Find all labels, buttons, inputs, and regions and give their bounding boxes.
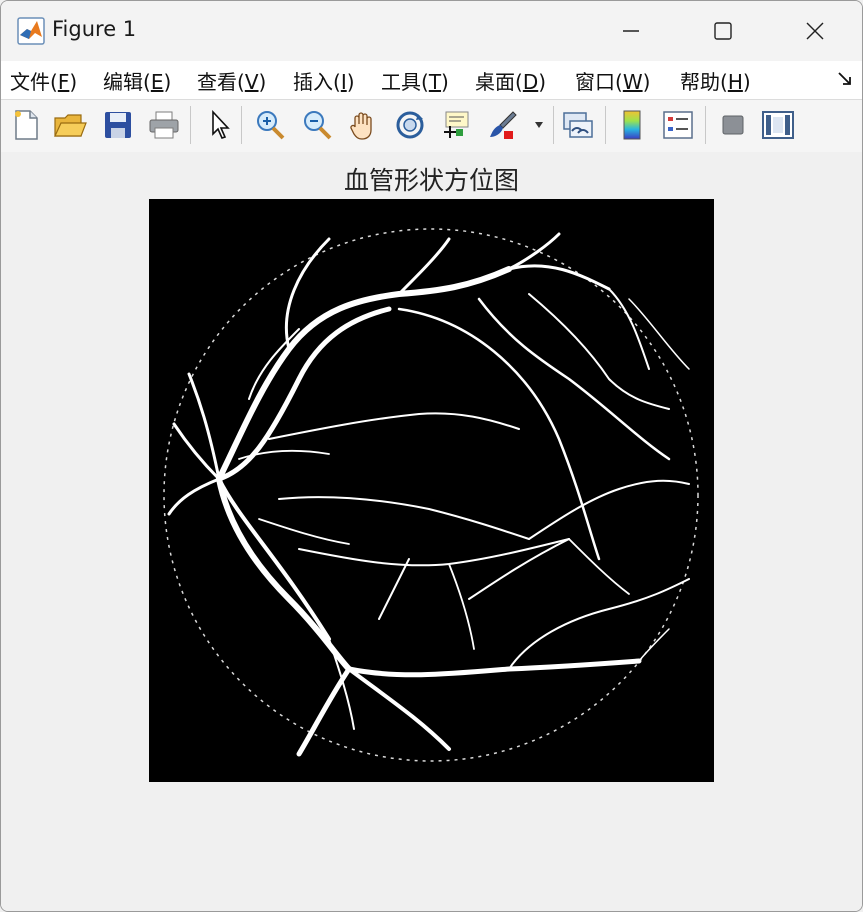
close-button[interactable] — [769, 1, 861, 61]
toolbar-separator — [605, 106, 606, 144]
figure-window: Figure 1 文件(F) 编辑(E) 查看(V) 插入(I) 工具(T) 桌… — [0, 0, 863, 912]
figure-toolbar — [1, 99, 862, 153]
link-plot-icon[interactable] — [561, 108, 595, 142]
toolbar-separator — [553, 106, 554, 144]
menu-help[interactable]: 帮助(H) — [680, 66, 751, 95]
save-icon[interactable] — [101, 108, 135, 142]
rotate-3d-icon[interactable] — [393, 108, 427, 142]
menu-view[interactable]: 查看(V) — [197, 66, 266, 95]
legend-icon[interactable] — [661, 108, 695, 142]
menu-tools[interactable]: 工具(T) — [381, 66, 449, 95]
toolbar-separator — [241, 106, 242, 144]
vessel-image[interactable] — [149, 199, 714, 782]
title-bar[interactable]: Figure 1 — [1, 1, 862, 61]
hide-plot-tools-icon[interactable] — [716, 108, 750, 142]
menu-bar: 文件(F) 编辑(E) 查看(V) 插入(I) 工具(T) 桌面(D) 窗口(W… — [1, 61, 862, 99]
colorbar-icon[interactable] — [615, 108, 649, 142]
window-title: Figure 1 — [52, 17, 137, 41]
minimize-button[interactable] — [585, 1, 677, 61]
new-figure-icon[interactable] — [9, 108, 43, 142]
menu-desktop[interactable]: 桌面(D) — [475, 66, 546, 95]
brush-dropdown-icon[interactable] — [529, 108, 549, 142]
toolbar-separator — [705, 106, 706, 144]
menu-file[interactable]: 文件(F) — [10, 66, 77, 95]
dock-arrow-icon[interactable] — [837, 71, 853, 91]
data-cursor-icon[interactable] — [439, 108, 473, 142]
open-file-icon[interactable] — [53, 108, 87, 142]
menu-insert[interactable]: 插入(I) — [293, 66, 355, 95]
toolbar-separator — [190, 106, 191, 144]
brush-icon[interactable] — [486, 108, 520, 142]
zoom-in-icon[interactable] — [253, 108, 287, 142]
vessel-segmentation-image — [149, 199, 714, 782]
print-icon[interactable] — [147, 108, 181, 142]
pointer-icon[interactable] — [203, 108, 237, 142]
close-icon — [806, 22, 824, 40]
menu-edit[interactable]: 编辑(E) — [103, 66, 171, 95]
pan-hand-icon[interactable] — [346, 108, 380, 142]
plot-title: 血管形状方位图 — [343, 166, 519, 195]
show-plot-tools-icon[interactable] — [761, 108, 795, 142]
maximize-button[interactable] — [677, 1, 769, 61]
minimize-icon — [623, 30, 639, 32]
matlab-logo-icon — [17, 17, 45, 45]
maximize-icon — [714, 22, 732, 40]
menu-window[interactable]: 窗口(W) — [575, 66, 650, 95]
zoom-out-icon[interactable] — [300, 108, 334, 142]
